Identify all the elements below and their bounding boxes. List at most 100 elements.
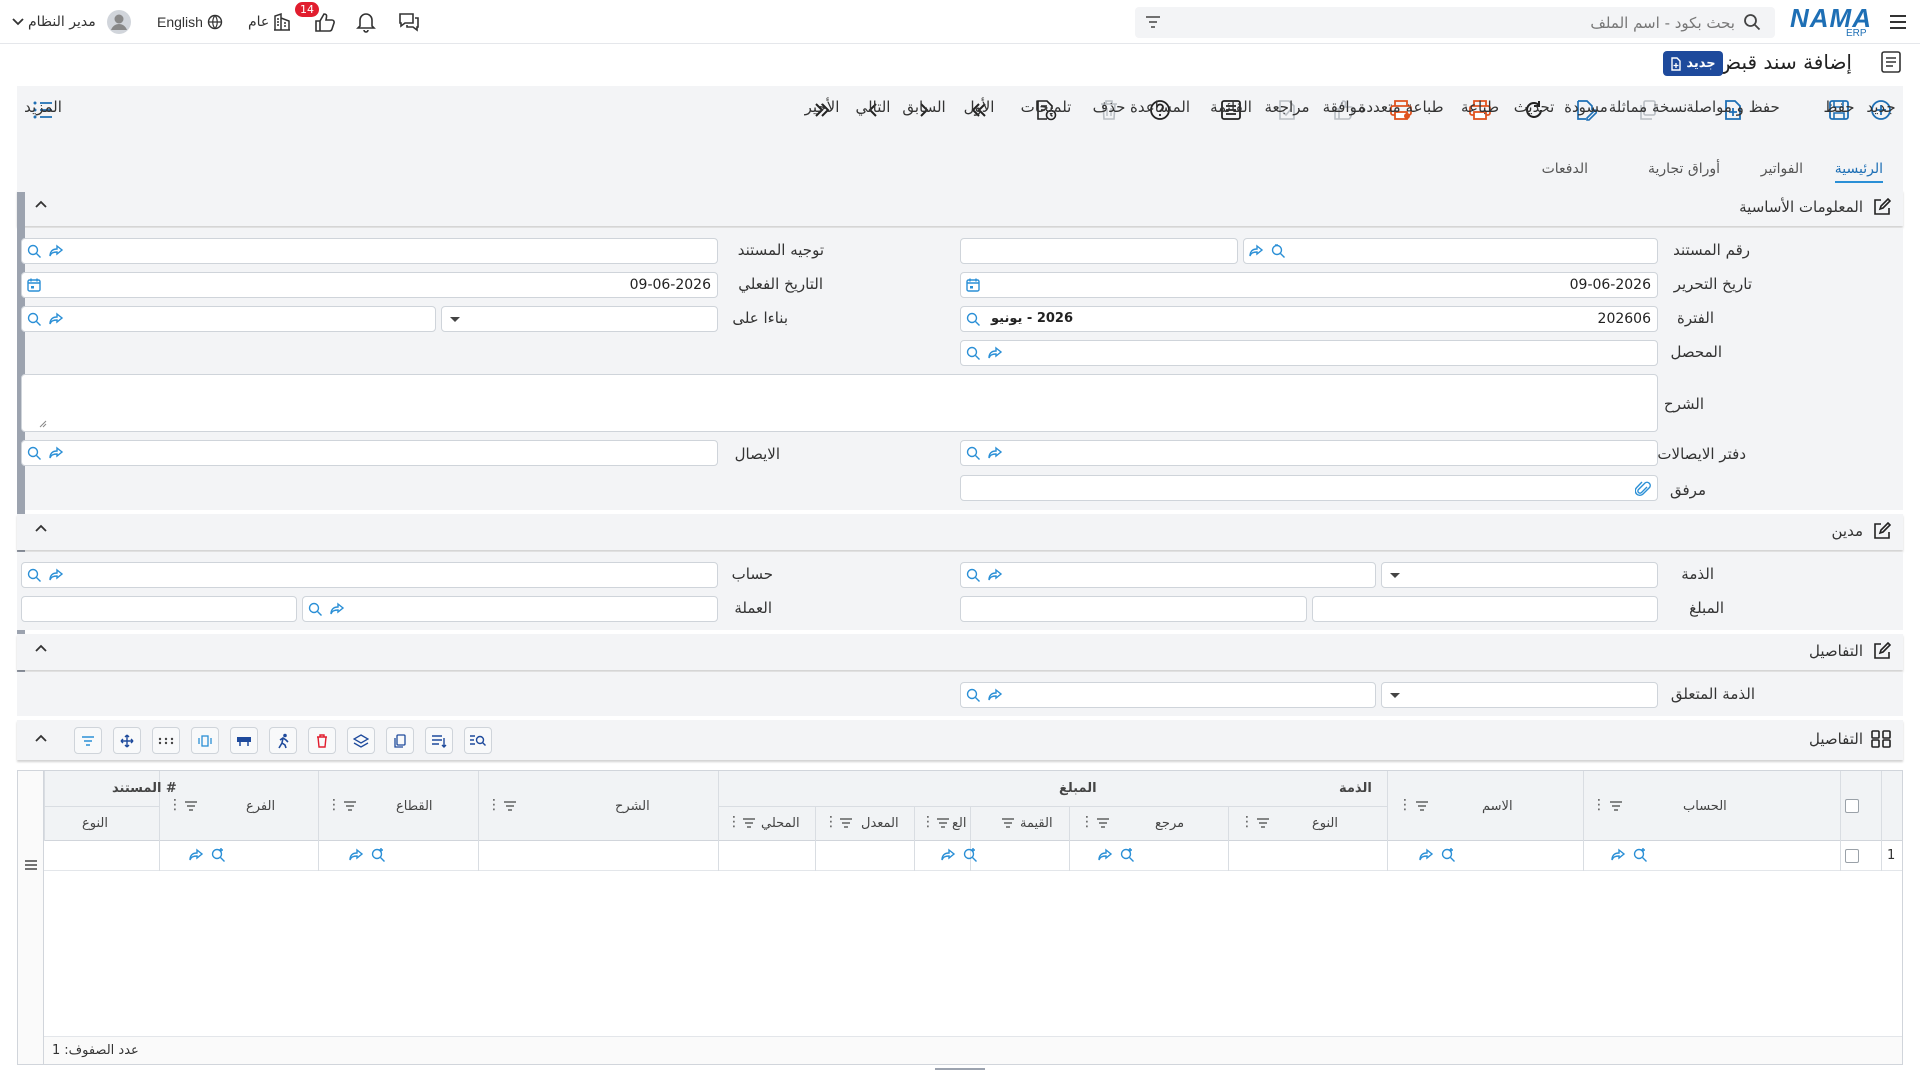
- column-filter-icon[interactable]: [1001, 818, 1015, 828]
- col-name-header[interactable]: الاسم: [1482, 799, 1513, 814]
- based-on-field[interactable]: [21, 306, 436, 332]
- share-icon[interactable]: [987, 445, 1003, 461]
- based-on-select[interactable]: [441, 306, 718, 332]
- calendar-icon[interactable]: [965, 277, 981, 293]
- column-filter-icon[interactable]: [343, 801, 357, 811]
- chevron-up-icon[interactable]: [35, 524, 47, 532]
- share-icon[interactable]: [188, 847, 204, 863]
- grid-layers-button[interactable]: [347, 727, 375, 754]
- save-button[interactable]: حفظ: [1823, 96, 1855, 148]
- search-refresh-icon[interactable]: [307, 601, 323, 617]
- chevron-up-icon[interactable]: [35, 644, 47, 652]
- column-filter-icon[interactable]: [184, 801, 198, 811]
- edit-date-field[interactable]: 09-06-2026: [960, 272, 1658, 298]
- search-plus-icon[interactable]: [1119, 847, 1135, 863]
- row-checkbox[interactable]: [1845, 849, 1859, 863]
- search-refresh-icon[interactable]: [965, 567, 981, 583]
- kebab-icon[interactable]: ⋮: [327, 797, 341, 813]
- col-local-header[interactable]: المحلي: [761, 816, 800, 831]
- grid-table-button[interactable]: [230, 727, 258, 754]
- share-icon[interactable]: [987, 345, 1003, 361]
- first-button[interactable]: الأول: [964, 96, 994, 148]
- col-sector-header[interactable]: القطاع: [396, 799, 433, 814]
- kebab-icon[interactable]: ⋮: [1592, 797, 1606, 813]
- share-icon[interactable]: [329, 601, 345, 617]
- search-refresh-icon[interactable]: [965, 311, 981, 327]
- receipt-field[interactable]: [21, 440, 718, 466]
- tab-commercial-papers[interactable]: أوراق تجارية: [1648, 161, 1720, 177]
- kebab-icon[interactable]: ⋮: [727, 814, 741, 830]
- subsidiary-select[interactable]: [1381, 562, 1658, 588]
- globe-icon[interactable]: [207, 0, 223, 44]
- chevron-up-icon[interactable]: [35, 734, 47, 742]
- review-button[interactable]: مراجعة: [1264, 96, 1310, 148]
- actual-date-field[interactable]: 09-06-2026: [21, 272, 718, 298]
- last-button[interactable]: الأخير: [805, 96, 839, 148]
- share-icon[interactable]: [48, 445, 64, 461]
- refresh-button[interactable]: تحديث: [1514, 96, 1554, 148]
- duplicate-button[interactable]: نسخة مماثلة: [1609, 96, 1687, 148]
- share-icon[interactable]: [48, 567, 64, 583]
- receipts-book-field[interactable]: [960, 440, 1658, 466]
- kebab-icon[interactable]: ⋮: [824, 814, 838, 830]
- kebab-icon[interactable]: ⋮: [1240, 814, 1254, 830]
- amount-field[interactable]: [1312, 596, 1658, 622]
- search-refresh-icon[interactable]: [26, 243, 42, 259]
- share-icon[interactable]: [940, 847, 956, 863]
- share-icon[interactable]: [987, 687, 1003, 703]
- amount-secondary-field[interactable]: [960, 596, 1307, 622]
- col-value-header[interactable]: القيمة: [1020, 816, 1053, 831]
- col-currency-header[interactable]: الع: [952, 816, 967, 831]
- col-branch-header[interactable]: الفرع: [246, 799, 275, 814]
- branch-building-icon[interactable]: [272, 0, 292, 44]
- grid-copy-button[interactable]: [386, 727, 414, 754]
- search-plus-icon[interactable]: [370, 847, 386, 863]
- col-rate-header[interactable]: المعدل: [861, 816, 899, 831]
- search-plus-icon[interactable]: [1632, 847, 1648, 863]
- chevron-down-icon[interactable]: [12, 0, 24, 44]
- list-button[interactable]: القائمة: [1210, 96, 1252, 148]
- share-icon[interactable]: [1248, 243, 1264, 259]
- col-description-header[interactable]: الشرح: [615, 799, 650, 814]
- search-refresh-icon[interactable]: [26, 445, 42, 461]
- search-refresh-icon[interactable]: [26, 311, 42, 327]
- row-menu-icon[interactable]: [24, 859, 38, 871]
- column-filter-icon[interactable]: [503, 801, 517, 811]
- doc-number-field[interactable]: [1243, 238, 1658, 264]
- share-icon[interactable]: [987, 567, 1003, 583]
- subsidiary-field[interactable]: [960, 562, 1376, 588]
- search-refresh-icon[interactable]: [26, 567, 42, 583]
- col-account-header[interactable]: الحساب: [1683, 799, 1727, 814]
- search-refresh-icon[interactable]: [965, 687, 981, 703]
- avatar[interactable]: [106, 0, 132, 44]
- doc-direction-field[interactable]: [21, 238, 718, 264]
- tab-main[interactable]: الرئيسية: [1834, 161, 1883, 183]
- help-button[interactable]: المساعدة: [1130, 96, 1190, 148]
- grid-search-button[interactable]: [464, 727, 492, 754]
- multi-print-button[interactable]: طباعة متعددة: [1359, 96, 1444, 148]
- column-filter-icon[interactable]: [742, 818, 756, 828]
- collector-field[interactable]: [960, 340, 1658, 366]
- kebab-icon[interactable]: ⋮: [1080, 814, 1094, 830]
- share-icon[interactable]: [48, 243, 64, 259]
- column-filter-icon[interactable]: [936, 818, 950, 828]
- resize-grip[interactable]: [935, 1068, 985, 1070]
- search-icon[interactable]: [1743, 13, 1761, 31]
- account-field[interactable]: [21, 562, 718, 588]
- select-all-checkbox[interactable]: [1845, 799, 1859, 813]
- period-field[interactable]: 202606 2026 - يونيو: [960, 306, 1658, 332]
- col-ref-header[interactable]: مرجع: [1155, 816, 1184, 831]
- search-refresh-icon[interactable]: [1270, 243, 1286, 259]
- col-type-header[interactable]: النوع: [1312, 816, 1338, 831]
- currency-field[interactable]: [302, 596, 718, 622]
- new-button[interactable]: جديد: [1866, 96, 1896, 148]
- grid-move-button[interactable]: [113, 727, 141, 754]
- share-icon[interactable]: [1097, 847, 1113, 863]
- hamburger-menu-icon[interactable]: [1888, 0, 1908, 44]
- grid-sort-button[interactable]: [425, 727, 453, 754]
- search-refresh-icon[interactable]: [965, 345, 981, 361]
- related-subsidiary-field[interactable]: [960, 682, 1376, 708]
- tab-invoices[interactable]: الفواتير: [1761, 161, 1803, 177]
- print-button[interactable]: طباعة: [1461, 96, 1499, 148]
- column-filter-icon[interactable]: [1096, 818, 1110, 828]
